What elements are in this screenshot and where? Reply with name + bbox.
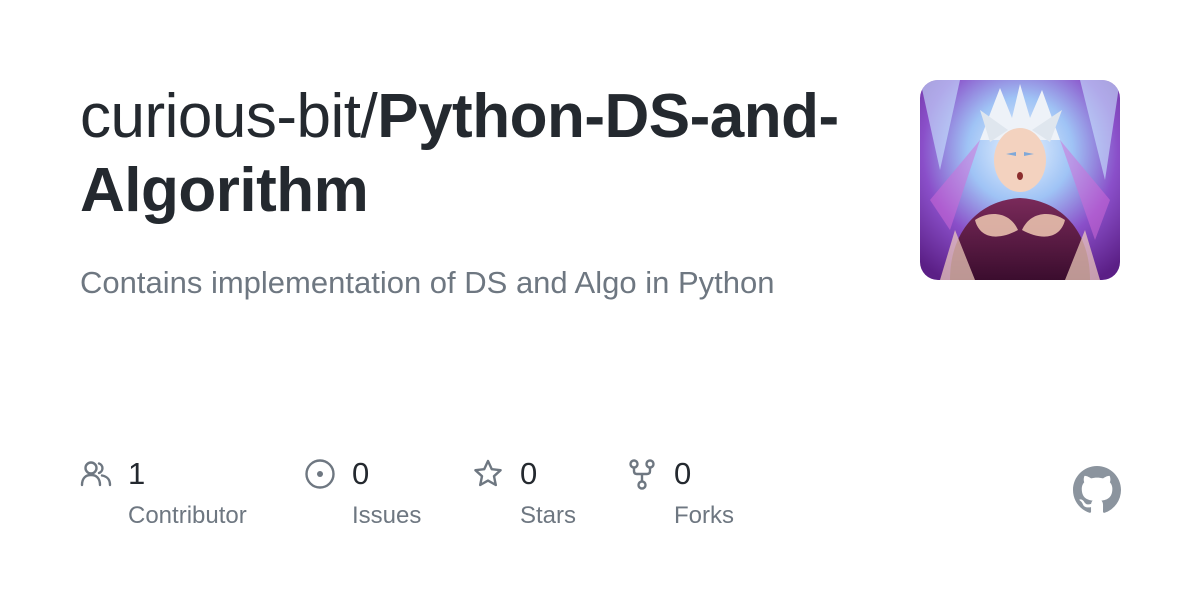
star-icon xyxy=(474,459,502,487)
contributors-label: Contributor xyxy=(128,502,247,529)
issues-count: 0 xyxy=(352,456,370,491)
issues-label: Issues xyxy=(352,502,422,529)
social-preview-card: curious-bit/Python-DS-and-Algorithm Cont… xyxy=(0,0,1200,600)
stars-count: 0 xyxy=(520,456,538,491)
github-mark-icon[interactable] xyxy=(1073,466,1121,514)
repo-forked-icon xyxy=(629,459,655,490)
repo-description: Contains implementation of DS and Algo i… xyxy=(80,265,775,300)
people-icon xyxy=(80,461,112,487)
repo-owner: curious-bit/ xyxy=(80,82,378,151)
forks-count: 0 xyxy=(674,456,692,491)
stars-label: Stars xyxy=(520,502,577,529)
owner-avatar xyxy=(920,80,1120,280)
avatar-image xyxy=(920,80,1120,280)
issue-opened-icon xyxy=(305,459,335,489)
repo-title: curious-bit/Python-DS-and-Algorithm xyxy=(80,80,860,228)
contributors-count: 1 xyxy=(128,456,146,491)
forks-label: Forks xyxy=(674,502,734,529)
